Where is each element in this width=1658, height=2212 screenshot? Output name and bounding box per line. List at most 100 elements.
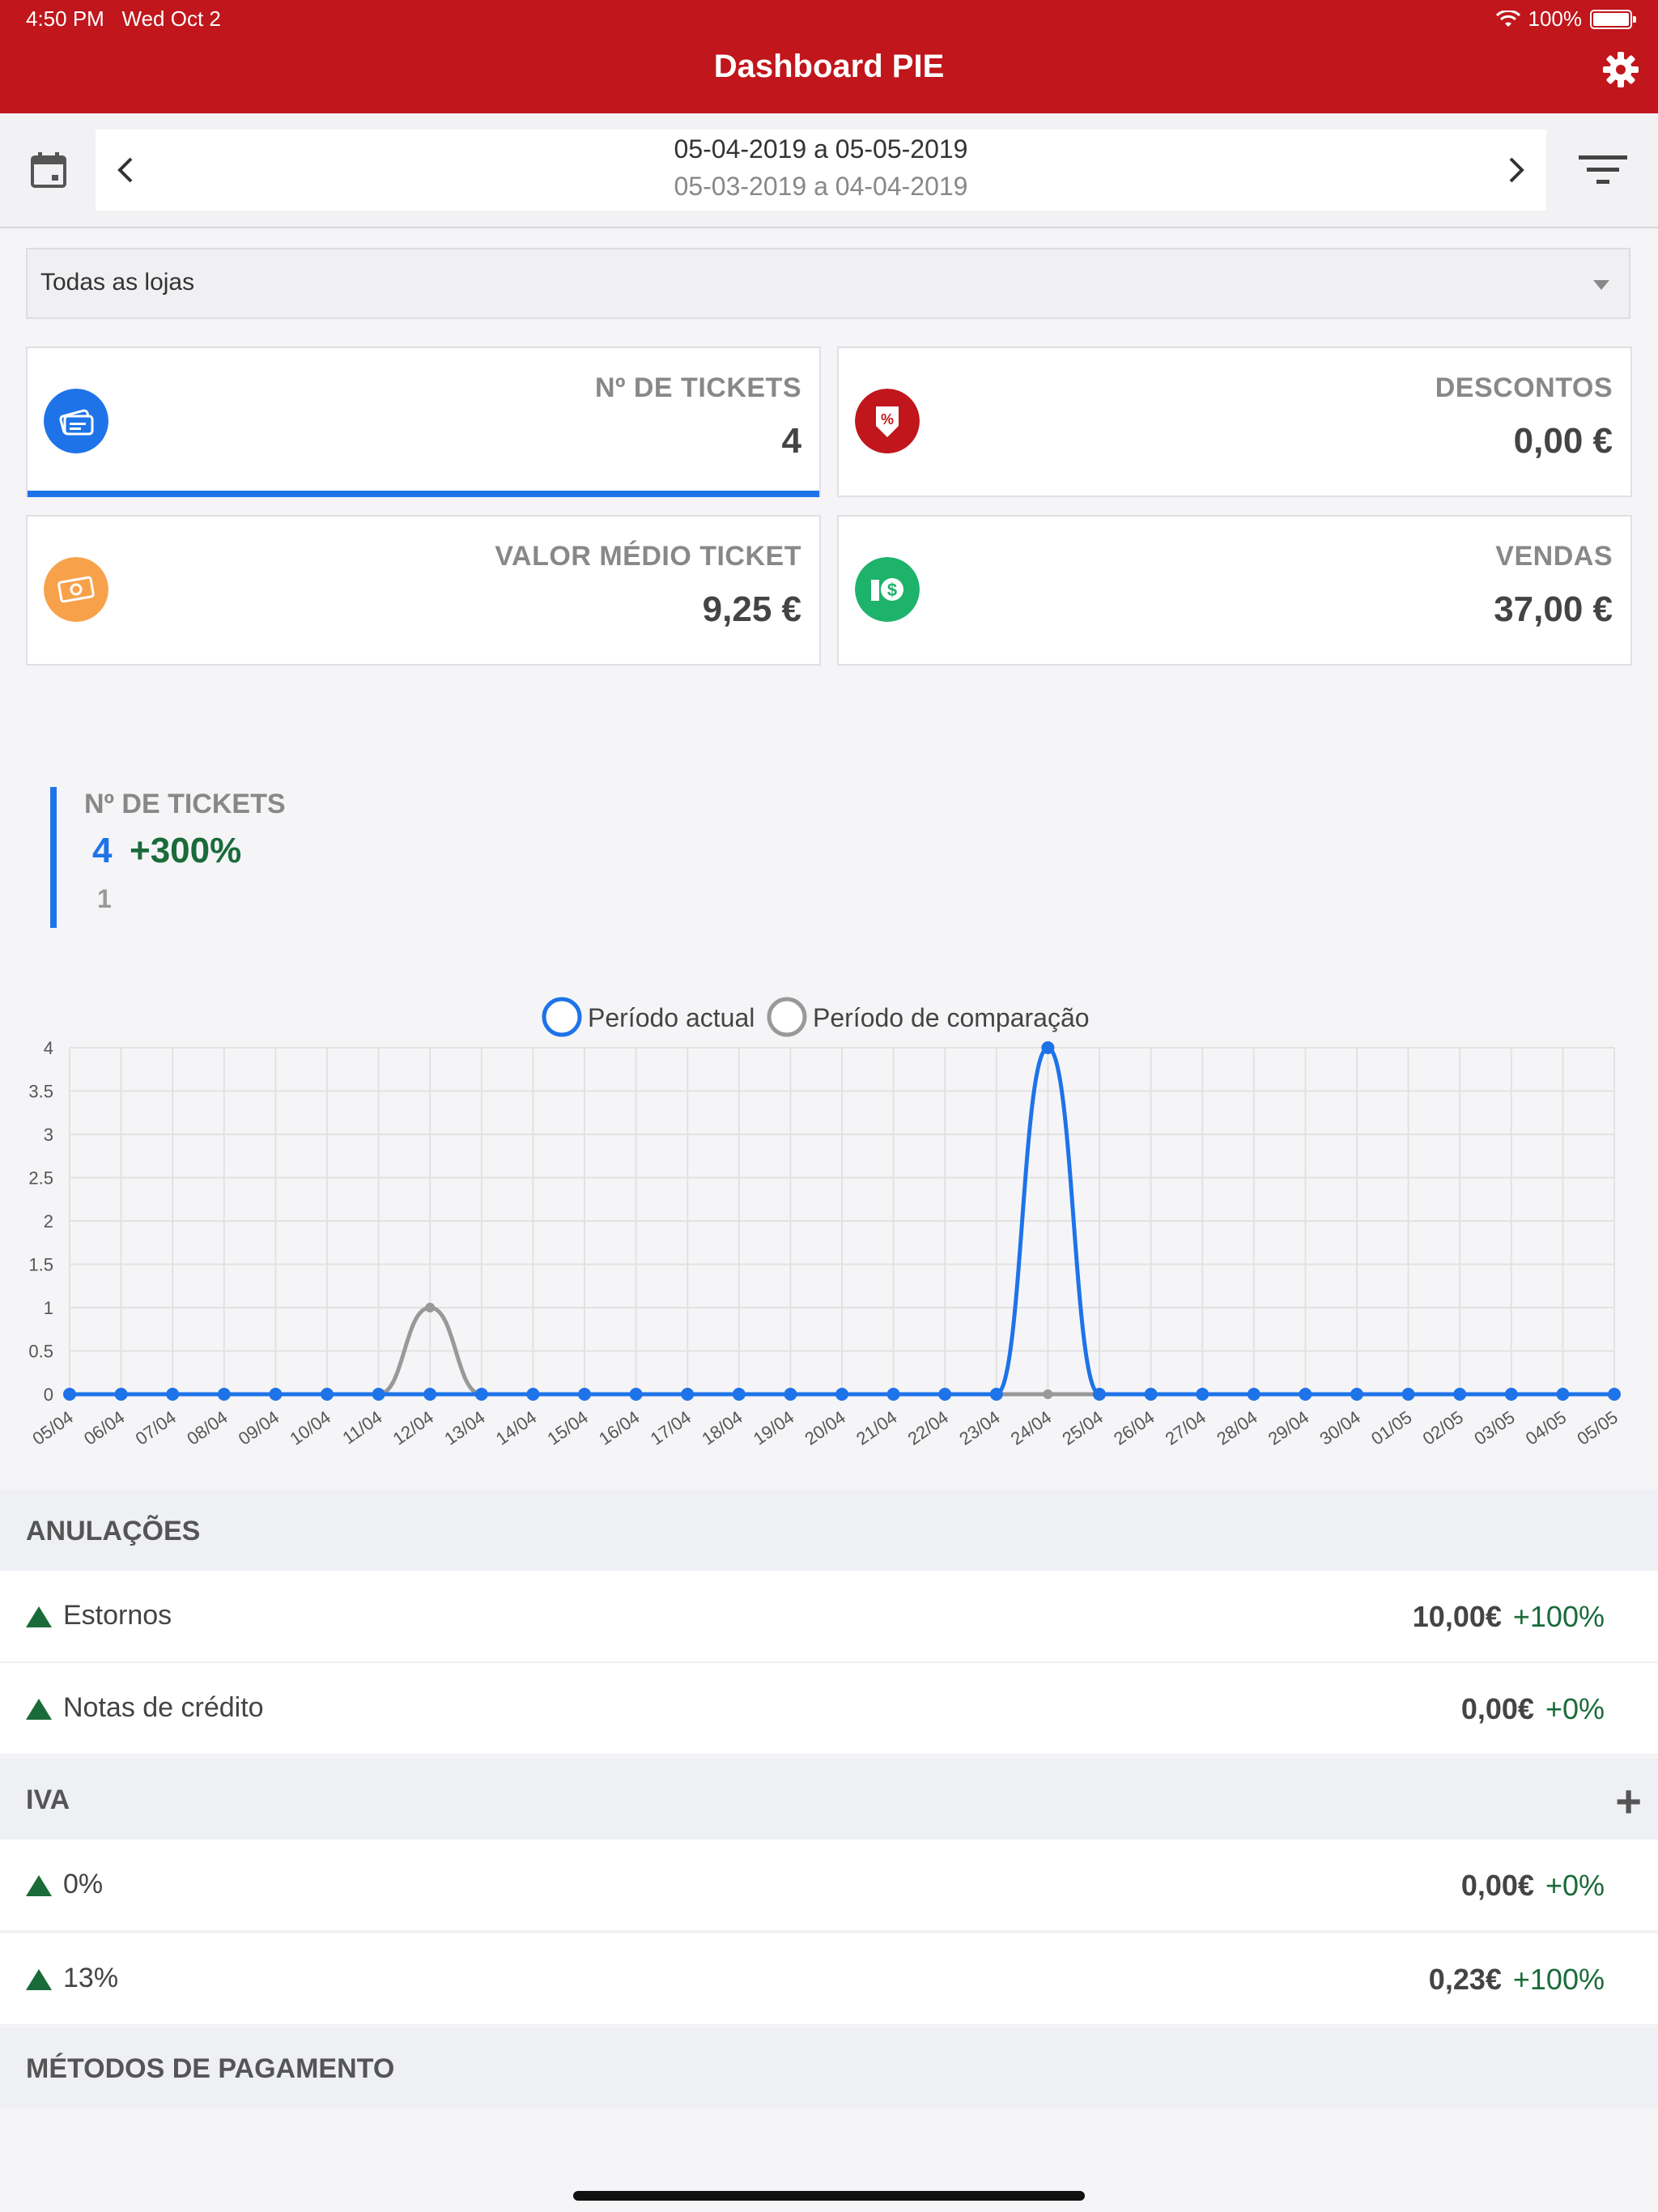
tickets-line-chart: Período actual Período de comparação 0 0.5… — [28, 997, 1622, 1449]
x-tick-label: 25/04 — [1058, 1407, 1106, 1449]
section-title: IVA — [26, 1784, 70, 1815]
date-range-bar: 05-04-2019 a 05-05-2019 05-03-2019 a 04-… — [0, 113, 1658, 228]
app-header: 4:50 PM Wed Oct 2 100% Dashboard PIE — [0, 0, 1658, 113]
data-point — [423, 1388, 437, 1401]
store-select-value: Todas as lojas — [40, 269, 195, 296]
caret-down-icon — [1593, 280, 1609, 290]
legend-marker — [542, 997, 582, 1037]
kpi-label: VENDAS — [1495, 541, 1613, 572]
section-title: ANULAÇÕES — [26, 1516, 201, 1546]
calendar-icon[interactable] — [29, 151, 68, 189]
row-delta: +100% — [1512, 1963, 1605, 1996]
y-tick-label: 0 — [44, 1385, 53, 1405]
x-tick-label: 26/04 — [1110, 1407, 1158, 1449]
row-label: Estornos — [63, 1600, 172, 1631]
chart-legend: Período actual Período de comparação — [542, 997, 1090, 1037]
x-tick-label: 05/04 — [28, 1407, 76, 1449]
x-tick-label: 01/05 — [1367, 1407, 1415, 1449]
data-point — [938, 1388, 952, 1401]
list-item: 13% 0,23€ +100% — [0, 1933, 1658, 2026]
list-item: Estornos 10,00€ +100% — [0, 1571, 1658, 1663]
data-point — [1350, 1388, 1363, 1401]
x-tick-label: 21/04 — [852, 1407, 900, 1449]
x-tick-label: 13/04 — [440, 1407, 488, 1449]
data-point — [166, 1388, 180, 1401]
x-tick-label: 02/05 — [1419, 1407, 1467, 1449]
row-label: Notas de crédito — [63, 1692, 264, 1723]
kpi-card-sales[interactable]: $ VENDAS 37,00 € — [837, 515, 1632, 666]
active-indicator — [28, 491, 819, 497]
data-point — [1247, 1388, 1261, 1401]
list-item: Notas de crédito 0,00€ +0% — [0, 1663, 1658, 1755]
data-point — [1093, 1388, 1106, 1401]
x-tick-label: 05/05 — [1573, 1407, 1621, 1449]
x-tick-label: 06/04 — [80, 1407, 128, 1449]
data-point — [217, 1388, 231, 1401]
data-point — [526, 1388, 540, 1401]
row-label: 13% — [63, 1963, 119, 1993]
filter-icon[interactable] — [1577, 154, 1629, 186]
y-tick-label: 2.5 — [28, 1168, 53, 1189]
kpi-card-average-ticket[interactable]: VALOR MÉDIO TICKET 9,25 € — [26, 515, 821, 666]
gear-icon[interactable] — [1601, 50, 1640, 89]
data-point — [1041, 1041, 1055, 1054]
expand-plus-icon[interactable]: + — [1615, 1775, 1642, 1827]
x-tick-label: 30/04 — [1316, 1407, 1363, 1449]
data-point — [1144, 1388, 1158, 1401]
list-item: 0% 0,00€ +0% — [0, 1840, 1658, 1932]
data-point — [372, 1388, 385, 1401]
trend-up-icon — [26, 1969, 52, 1990]
data-point — [1504, 1388, 1518, 1401]
row-value: 0,23€ — [1428, 1963, 1502, 1996]
x-tick-label: 11/04 — [338, 1407, 385, 1448]
sales-dollar-icon: $ — [855, 557, 920, 622]
kpi-card-tickets[interactable]: Nº DE TICKETS 4 — [26, 347, 821, 497]
legend-marker — [767, 997, 807, 1037]
summary-comparison-value: 1 — [97, 884, 112, 913]
y-tick-label: 1.5 — [28, 1255, 53, 1275]
x-tick-label: 10/04 — [286, 1407, 334, 1449]
row-delta: +0% — [1545, 1692, 1605, 1725]
y-tick-label: 1 — [44, 1298, 53, 1318]
kpi-value: 37,00 € — [1494, 589, 1613, 629]
summary-delta: +300% — [130, 831, 242, 870]
data-point — [629, 1388, 643, 1401]
section-title: MÉTODOS DE PAGAMENTO — [26, 2053, 395, 2084]
y-tick-label: 3 — [44, 1125, 53, 1145]
kpi-card-discounts[interactable]: % DESCONTOS 0,00 € — [837, 347, 1632, 497]
wifi-icon — [1495, 10, 1520, 27]
svg-text:%: % — [881, 411, 894, 428]
data-point — [269, 1388, 283, 1401]
chevron-right-icon[interactable] — [1499, 154, 1532, 186]
store-select[interactable]: Todas as lojas — [26, 248, 1630, 319]
data-point — [321, 1388, 334, 1401]
x-tick-label: 19/04 — [750, 1407, 797, 1449]
x-tick-label: 14/04 — [492, 1407, 540, 1449]
x-tick-label: 08/04 — [183, 1407, 231, 1449]
x-tick-label: 04/05 — [1522, 1407, 1570, 1449]
kpi-value: 4 — [781, 421, 801, 461]
status-time: 4:50 PM Wed Oct 2 — [26, 6, 221, 32]
kpi-value: 9,25 € — [702, 589, 801, 629]
section-iva[interactable]: IVA + — [0, 1759, 1658, 1840]
battery-percent: 100% — [1528, 6, 1583, 31]
trend-up-icon — [26, 1606, 52, 1627]
kpi-value: 0,00 € — [1513, 421, 1613, 461]
chart-y-ticks: 0 0.5 1 1.5 2 2.5 3 3.5 4 — [28, 1038, 53, 1405]
chart-grid — [69, 1047, 1615, 1395]
summary-title: Nº DE TICKETS — [84, 789, 286, 819]
legend-label: Período de comparação — [813, 1003, 1090, 1032]
row-value: 0,00€ — [1460, 1692, 1534, 1725]
legend-label: Período actual — [588, 1003, 755, 1032]
x-tick-label: 09/04 — [235, 1407, 283, 1449]
x-tick-label: 18/04 — [698, 1407, 746, 1449]
data-point — [1299, 1388, 1312, 1401]
home-indicator[interactable] — [573, 2191, 1085, 2201]
svg-text:$: $ — [887, 580, 897, 600]
date-range-selector[interactable]: 05-04-2019 a 05-05-2019 05-03-2019 a 04-… — [96, 130, 1546, 211]
empty-state-text: Nenhum resultado encontrado — [26, 2138, 375, 2167]
data-point — [425, 1303, 436, 1312]
x-tick-label: 03/05 — [1470, 1407, 1518, 1449]
data-point — [732, 1388, 746, 1401]
data-point — [886, 1388, 900, 1401]
